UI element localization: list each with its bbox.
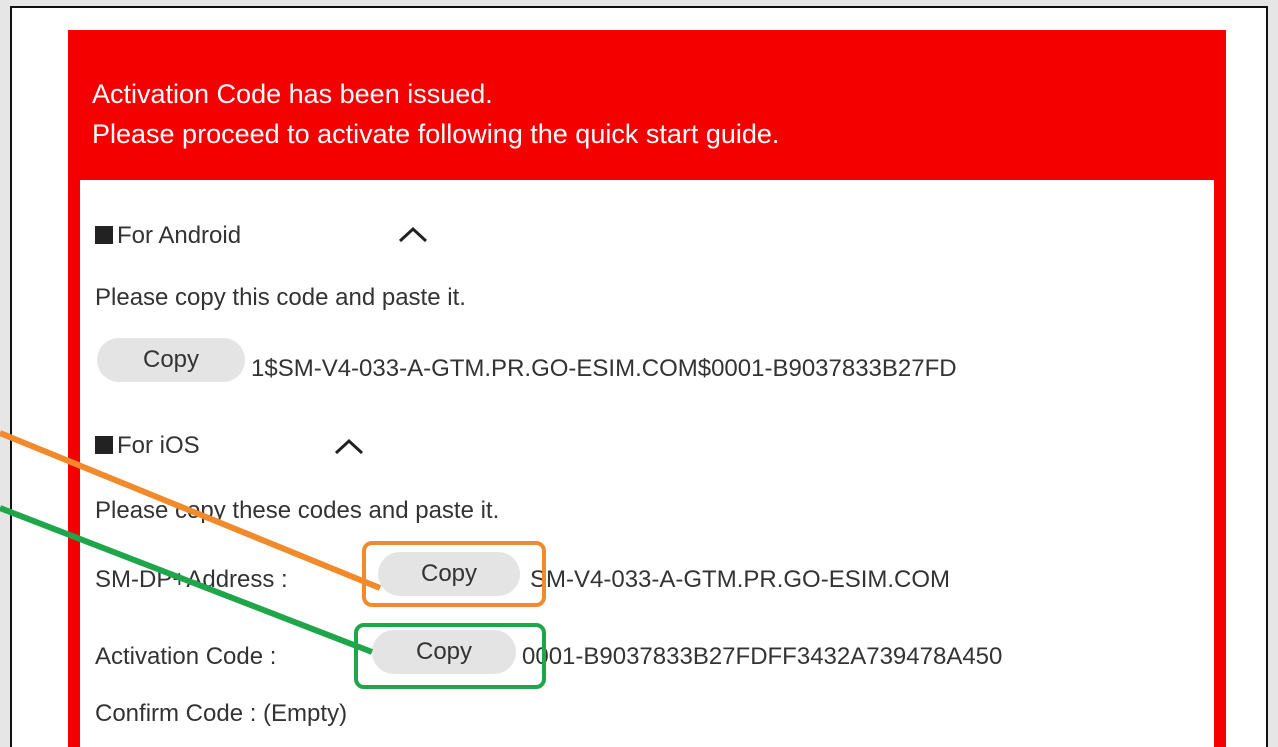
green-pointer-line — [0, 505, 374, 655]
orange-pointer-line — [0, 430, 382, 591]
annotation-pointer-lines — [0, 430, 382, 655]
